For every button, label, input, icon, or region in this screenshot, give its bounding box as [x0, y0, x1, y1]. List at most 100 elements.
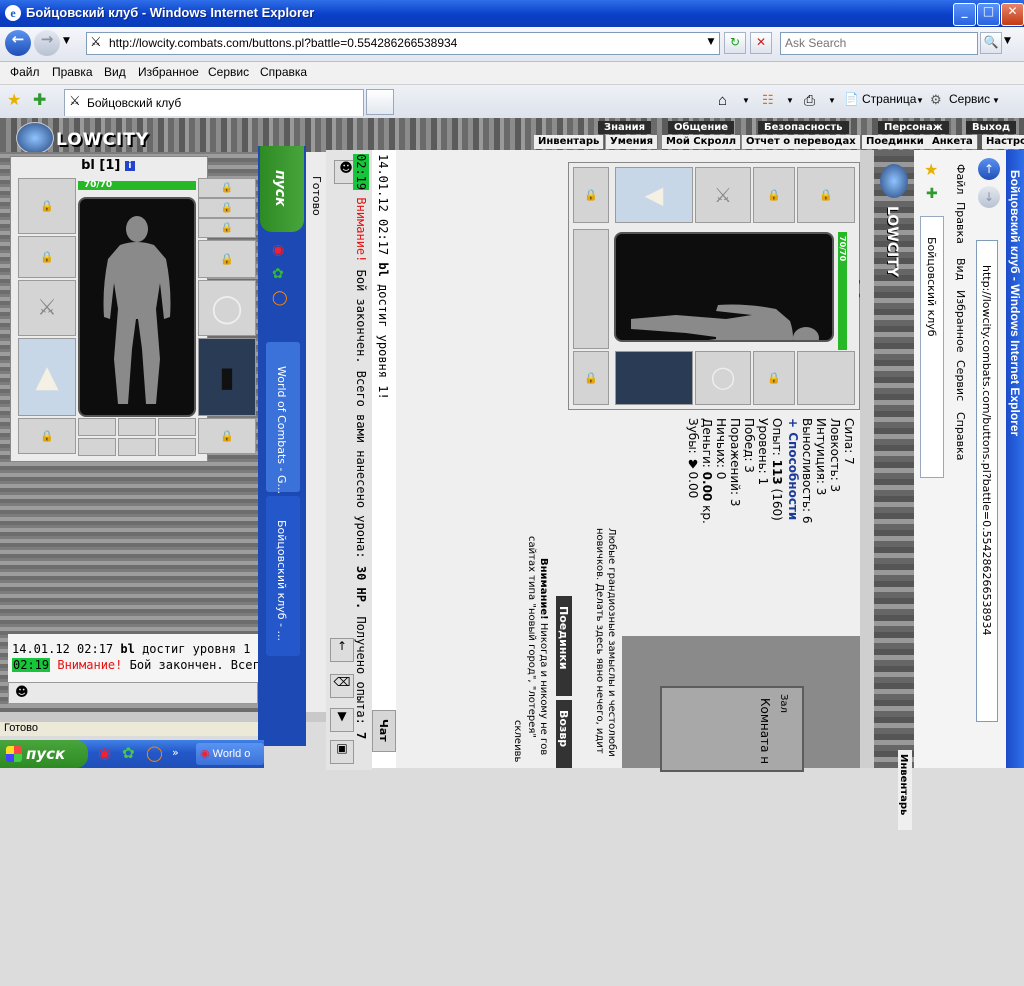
rotated-slot[interactable]: 🔒 [753, 351, 795, 405]
armor-slot[interactable]: ▲ [18, 338, 76, 416]
flower-quicklaunch-icon[interactable]: ✿ [122, 744, 135, 762]
search-icon[interactable]: 🔍 [980, 32, 1002, 54]
rotated-task-1[interactable]: World of Combats - G... [266, 342, 300, 494]
close-button[interactable]: ✕ [1001, 3, 1024, 26]
tools-menu[interactable]: Сервис [949, 92, 990, 106]
rotated-forward-icon[interactable]: ↓ [978, 186, 1000, 208]
search-input[interactable] [781, 33, 977, 52]
opera-quicklaunch-icon[interactable]: ◯ [146, 744, 163, 762]
rotated-add-favorite-icon[interactable]: ✚ [926, 186, 938, 202]
rotated-back-button[interactable]: Возвр [556, 700, 572, 768]
gloves-slot[interactable]: 🔒 [198, 240, 256, 278]
rotated-ring-slots[interactable] [797, 351, 855, 405]
rotated-favorites-icon[interactable]: ★ [924, 160, 938, 179]
subnav-my-scroll[interactable]: Мой Скролл [662, 135, 742, 149]
page-dropdown-icon[interactable]: ▼ [916, 96, 924, 105]
menu-help[interactable]: Справка [260, 65, 307, 79]
tools-dropdown-icon[interactable]: ▼ [992, 96, 1000, 105]
menu-view[interactable]: Вид [104, 65, 126, 79]
abilities-link[interactable]: + Способности [786, 418, 800, 520]
minimize-button[interactable]: _ [953, 3, 976, 26]
rotated-slot[interactable]: 🔒 [797, 167, 855, 223]
menu-edit[interactable]: Правка [52, 65, 93, 79]
pocket-slot-1[interactable] [78, 418, 116, 436]
nav-security[interactable]: Безопасность [758, 121, 849, 134]
forward-button[interactable]: → [34, 30, 60, 56]
chrome-quicklaunch-icon[interactable]: ◉ [98, 744, 111, 762]
rotated-flower-icon[interactable]: ✿ [272, 266, 284, 282]
weapon-slot[interactable]: ⚔ [18, 280, 76, 336]
rotated-address-bar[interactable]: http://lowcity.combats.com/buttons.pl?ba… [976, 240, 998, 722]
character-name[interactable]: bl [81, 158, 95, 173]
rotated-pocket-slots[interactable] [573, 229, 609, 349]
search-box[interactable] [780, 32, 978, 55]
earring-slot[interactable]: 🔒 [198, 178, 256, 198]
character-image[interactable] [78, 197, 196, 417]
taskbar-task[interactable]: ◉ World o [196, 743, 264, 765]
print-dropdown-icon[interactable]: ▼ [828, 96, 836, 105]
rotated-armor-slot[interactable]: ◀ [615, 167, 693, 223]
rotated-slot[interactable]: 🔒 [753, 167, 795, 223]
rotated-inventory-link[interactable]: Инвентарь [898, 750, 912, 830]
rotated-menu-tools[interactable]: Сервис [954, 360, 967, 401]
pocket-slot-5[interactable] [118, 438, 156, 456]
rotated-tab[interactable]: Бойцовский клуб [920, 216, 944, 478]
menu-file[interactable]: Файл [10, 65, 40, 79]
subnav-profile[interactable]: Анкета [928, 135, 978, 149]
nav-character[interactable]: Персонаж [878, 121, 949, 134]
new-tab-button[interactable] [366, 89, 394, 115]
belt-slot[interactable]: 🔒 [18, 418, 76, 454]
necklace-slot[interactable]: 🔒 [18, 236, 76, 278]
rotated-menu-view[interactable]: Вид [954, 258, 967, 280]
refresh-icon[interactable]: ↻ [724, 32, 746, 54]
quicklaunch-more-icon[interactable]: » [172, 746, 179, 759]
favorites-star-icon[interactable]: ★ [7, 90, 21, 109]
history-dropdown-icon[interactable]: ▼ [63, 36, 70, 46]
chat-user[interactable]: bl [376, 262, 390, 276]
nav-knowledge[interactable]: Знания [598, 121, 652, 134]
rotated-opera-icon[interactable]: ◯ [272, 290, 288, 306]
pocket-slot-6[interactable] [158, 438, 196, 456]
rotated-battles-button[interactable]: Поединки [556, 596, 572, 696]
subnav-inventory[interactable]: Инвентарь [534, 135, 605, 149]
pocket-slot-4[interactable] [78, 438, 116, 456]
chat-input[interactable]: ☻ [8, 682, 258, 704]
nav-exit[interactable]: Выход [966, 121, 1017, 134]
rotated-menu-file[interactable]: Файл [954, 164, 967, 194]
rotated-pants-slot[interactable] [615, 351, 693, 405]
page-menu[interactable]: Страница [862, 92, 916, 106]
subnav-settings[interactable]: Настро [982, 135, 1024, 149]
subnav-transfer-report[interactable]: Отчет о переводах [742, 135, 861, 149]
maximize-button[interactable]: □ [977, 3, 1000, 26]
rotated-start-button[interactable]: пуск [260, 146, 304, 232]
menu-favorites[interactable]: Избранное [138, 65, 199, 79]
feeds-icon[interactable]: ☷ [762, 92, 774, 108]
search-options-icon[interactable]: ▼ [1004, 36, 1011, 46]
tab-fight-club[interactable]: ⚔ Бойцовский клуб [64, 89, 364, 116]
subnav-skills[interactable]: Умения [606, 135, 659, 149]
rotated-chat-tab[interactable]: Чат [372, 710, 396, 752]
pants-slot[interactable]: ▮ [198, 338, 256, 416]
ring-slot-2[interactable]: 🔒 [198, 218, 256, 238]
subnav-battles[interactable]: Поединки [862, 135, 929, 149]
shield-slot[interactable]: ◯ [198, 280, 256, 336]
boots-slot[interactable]: 🔒 [198, 418, 256, 454]
ring-slot-1[interactable]: 🔒 [198, 198, 256, 218]
chat-smiley-icon[interactable]: ☻ [15, 685, 29, 700]
rotated-chrome-icon[interactable]: ◉ [272, 242, 284, 258]
chat-user[interactable]: bl [120, 642, 134, 656]
rotated-slot[interactable]: 🔒 [573, 167, 609, 223]
pocket-slot-2[interactable] [118, 418, 156, 436]
nav-communication[interactable]: Общение [668, 121, 735, 134]
stop-icon[interactable]: ✕ [750, 32, 772, 54]
rotated-back-icon[interactable]: ↑ [978, 158, 1000, 180]
address-dropdown-icon[interactable]: ▼ [704, 33, 718, 53]
rotated-menu-favorites[interactable]: Избранное [954, 290, 967, 352]
home-icon[interactable]: ⌂ [718, 92, 727, 109]
rotated-shield-slot[interactable]: ◯ [695, 351, 751, 405]
rotated-room-building[interactable]: Комната н Зал [660, 686, 804, 772]
rotated-task-2[interactable]: Бойцовский клуб - ... [266, 496, 300, 656]
rotated-character-image[interactable] [614, 232, 834, 372]
rotated-slot[interactable]: 🔒 [573, 351, 609, 405]
rotated-menu-help[interactable]: Справка [954, 412, 967, 460]
